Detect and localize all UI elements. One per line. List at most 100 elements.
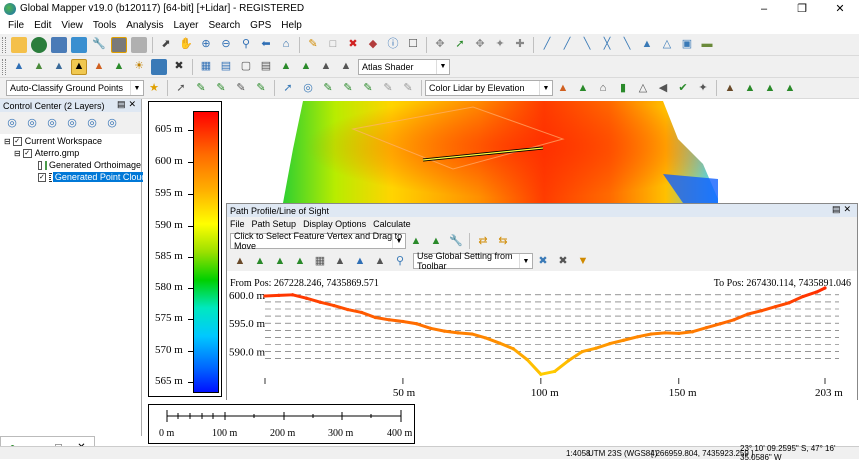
terrain-profile-icon[interactable]: ▲ (408, 233, 424, 249)
grass-icon[interactable]: ▲ (252, 253, 268, 269)
zoom-in-icon[interactable]: ⊕ (198, 37, 214, 53)
tree-item-point-cloud[interactable]: ✓ Generated Point Cloud ( (0, 171, 154, 183)
shrub-icon[interactable]: ▲ (762, 80, 778, 96)
checkbox[interactable]: ✓ (22, 148, 32, 158)
home-icon[interactable]: ⌂ (278, 37, 294, 53)
zoom-box-icon[interactable]: ⚲ (238, 37, 254, 53)
layer-tool-icon[interactable]: ◎ (64, 115, 80, 131)
classify-building-icon[interactable]: ⌂ (595, 80, 611, 96)
checkbox[interactable]: ✓ (38, 172, 46, 182)
reshape-line-icon[interactable]: ╲ (619, 37, 635, 53)
brush-tool-icon[interactable]: ✎ (193, 80, 209, 96)
classify-trees-icon[interactable]: ▮ (615, 80, 631, 96)
layer-list-icon[interactable] (131, 36, 147, 53)
cross-tool-icon[interactable]: ✖ (171, 59, 187, 75)
layer-tool-icon[interactable]: ◎ (4, 115, 20, 131)
cut-area-icon[interactable]: △ (659, 37, 675, 53)
filter-icon[interactable]: ▼ (575, 253, 591, 269)
tree-icon[interactable]: ▲ (782, 80, 798, 96)
menu-help[interactable]: Help (281, 20, 302, 31)
join-line-icon[interactable]: ╳ (599, 37, 615, 53)
breakline-icon[interactable]: ✎ (360, 80, 376, 96)
measure-icon[interactable]: ◆ (365, 37, 381, 53)
digitize-point-icon[interactable]: ✥ (472, 37, 488, 53)
tree-item-aterro[interactable]: ⊟ ✓ Aterro.gmp (0, 147, 141, 159)
pf-menu-path-setup[interactable]: Path Setup (252, 219, 297, 229)
restore-icon[interactable]: ❐ (783, 0, 821, 17)
layer-stack-icon[interactable]: ▤ (258, 59, 274, 75)
delete-icon[interactable]: ✖ (345, 37, 361, 53)
polyline-icon[interactable]: ╱ (559, 37, 575, 53)
close-profile-icon[interactable]: ✖ (555, 253, 571, 269)
triangle-tool-icon[interactable]: △ (635, 80, 651, 96)
layer-tool-icon[interactable]: ◎ (104, 115, 120, 131)
profile-plot[interactable]: From Pos: 267228.246, 7435869.571 To Pos… (227, 276, 857, 400)
3d-view-icon[interactable]: ▲ (71, 58, 87, 75)
grid-setup-icon[interactable]: ▦ (198, 59, 214, 75)
add-vertex-icon[interactable]: ➚ (452, 37, 468, 53)
pf-menu-file[interactable]: File (230, 219, 245, 229)
disabled-tool-icon[interactable]: ✎ (380, 80, 396, 96)
zoom-out-icon[interactable]: ⊖ (218, 37, 234, 53)
filter-tool-icon[interactable]: ✎ (233, 80, 249, 96)
collapse-icon[interactable]: ⊟ (14, 149, 21, 158)
menu-layer[interactable]: Layer (173, 20, 198, 31)
classify-select[interactable]: Auto-Classify Ground Points ▼ (6, 80, 144, 96)
classify-veg-icon[interactable]: ▲ (575, 80, 591, 96)
wrench-icon[interactable]: 🔧 (91, 37, 107, 53)
export-icon[interactable] (71, 36, 87, 53)
lidar-select-icon[interactable]: ➚ (173, 80, 189, 96)
menu-view[interactable]: View (61, 20, 83, 31)
reverse-path-icon[interactable]: ⇄ (475, 233, 491, 249)
globe-icon[interactable] (31, 36, 47, 53)
toolbar-grip[interactable] (2, 36, 6, 53)
ground-icon[interactable]: ▲ (232, 253, 248, 269)
tree-item-orthoimage[interactable]: Generated Orthoimage (0, 159, 141, 171)
lidar-color-select[interactable]: Color Lidar by Elevation ▼ (425, 80, 553, 96)
tree-icon[interactable]: ▲ (292, 253, 308, 269)
target-icon[interactable]: ◎ (300, 80, 316, 96)
save-profile-icon[interactable]: ▲ (428, 233, 444, 249)
ruler-icon[interactable]: ▬ (699, 37, 715, 53)
pf-menu-display-options[interactable]: Display Options (303, 219, 366, 229)
pf-menu-calculate[interactable]: Calculate (373, 219, 411, 229)
open-folder-icon[interactable] (11, 36, 27, 53)
move-vertex-icon[interactable]: ✥ (432, 37, 448, 53)
terrain-icon[interactable]: ▲ (11, 59, 27, 75)
cross-section-icon[interactable]: ✎ (340, 80, 356, 96)
display-setting-select[interactable]: Use Global Setting from Toolbar ▼ (413, 251, 533, 271)
check-edit-icon[interactable]: ✔ (675, 80, 691, 96)
contour-icon[interactable]: ▲ (31, 59, 47, 75)
cube-icon[interactable]: ▢ (238, 59, 254, 75)
paint-tool-icon[interactable]: ✎ (253, 80, 269, 96)
brush-tool-icon[interactable]: ✎ (213, 80, 229, 96)
layer-tool-icon[interactable]: ◎ (84, 115, 100, 131)
snap-icon[interactable]: ✦ (492, 37, 508, 53)
close-icon[interactable]: ✕ (821, 0, 859, 17)
menu-tools[interactable]: Tools (93, 20, 116, 31)
collapse-icon[interactable]: ⊟ (4, 137, 11, 146)
shrub-icon[interactable]: ▲ (272, 253, 288, 269)
search-icon[interactable]: ⚲ (392, 253, 408, 269)
view-shed-icon[interactable]: ▲ (51, 59, 67, 75)
classify-ground-icon[interactable]: ▲ (555, 80, 571, 96)
building-icon[interactable]: ▦ (312, 253, 328, 269)
menu-edit[interactable]: Edit (34, 20, 51, 31)
minimize-icon[interactable]: – (745, 0, 783, 17)
split-line-icon[interactable]: ╲ (579, 37, 595, 53)
panel-buttons[interactable]: ▤✕ (117, 99, 139, 110)
line-tool-icon[interactable]: ╱ (539, 37, 555, 53)
shader-select[interactable]: Atlas Shader ▼ (358, 58, 450, 75)
edit-feature-icon[interactable]: □ (325, 37, 341, 53)
crosshair-icon[interactable]: ✚ (512, 37, 528, 53)
water-icon[interactable]: ▲ (352, 253, 368, 269)
filter-icon[interactable]: ◀ (655, 80, 671, 96)
overlay-control-icon[interactable] (111, 36, 127, 53)
tower-icon[interactable]: ▲ (332, 253, 348, 269)
save-workspace-icon[interactable] (51, 36, 67, 53)
grass-icon[interactable]: ▲ (742, 80, 758, 96)
menu-search[interactable]: Search (208, 20, 240, 31)
menu-gps[interactable]: GPS (250, 20, 271, 31)
raster-icon[interactable] (151, 58, 167, 75)
hillshade-icon[interactable]: ▲ (318, 59, 334, 75)
